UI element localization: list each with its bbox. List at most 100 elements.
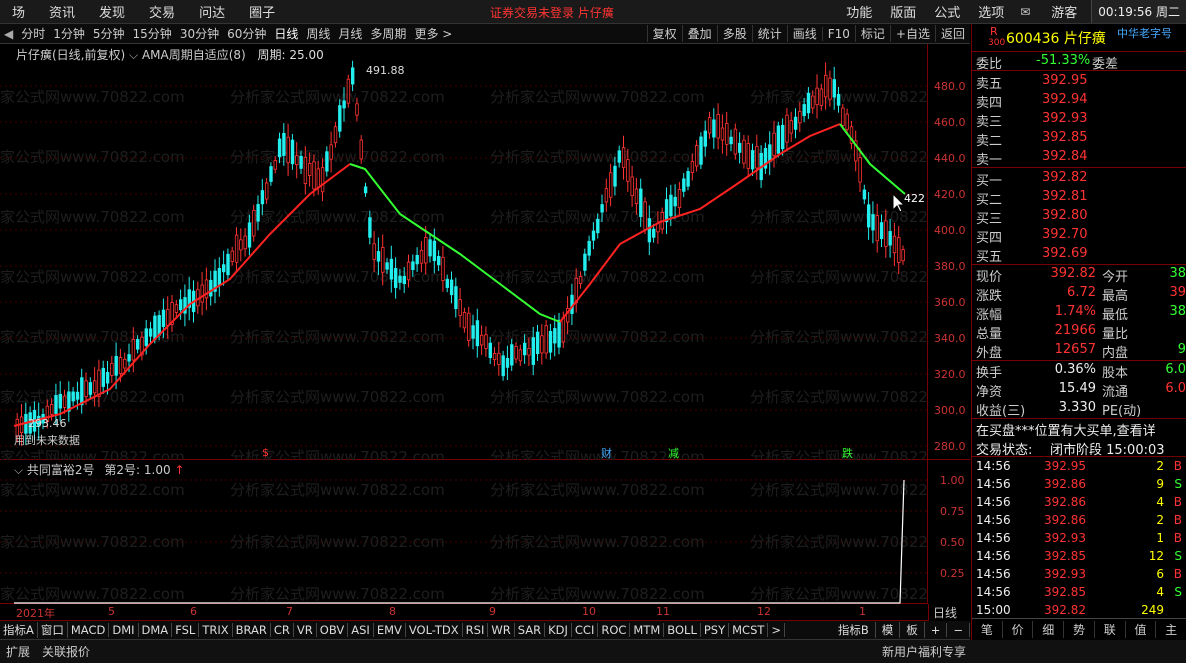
asks-row[interactable]: 卖三 392.93 (972, 110, 1186, 130)
asks-row[interactable]: 卖一 392.84 (972, 148, 1186, 168)
indicator-tab-right-0[interactable]: 指标B (832, 622, 876, 638)
indicator-tab-7[interactable]: BRAR (233, 623, 271, 637)
menu-item-layout[interactable]: 版面 (881, 2, 925, 21)
tool-adjust[interactable]: 复权 (646, 25, 682, 42)
asks-row[interactable]: 卖二 392.85 (972, 129, 1186, 149)
indicator-tab-8[interactable]: CR (271, 623, 294, 637)
candlestick-chart[interactable]: 分析家公式网www.70822.com 分析家公式网www.70822.com 分析… (0, 44, 970, 460)
tool-stats[interactable]: 统计 (751, 25, 787, 42)
tool-overlay[interactable]: 叠加 (681, 25, 717, 42)
indicator-tab-right-4[interactable]: − (947, 623, 970, 637)
period-tab-3[interactable]: 15分钟 (129, 25, 176, 42)
related-quote-button[interactable]: 关联报价 (36, 643, 96, 660)
indicator-tab-0[interactable]: 指标A (0, 622, 38, 638)
period-tab-month[interactable]: 月线 (334, 25, 366, 42)
indicator-tab-21[interactable]: BOLL (664, 623, 701, 637)
bids-row[interactable]: 买五 392.69 (972, 245, 1186, 265)
panel-tab-6[interactable]: 主 (1156, 621, 1186, 638)
menu-item-0[interactable]: 场 (0, 2, 37, 21)
tool-f10[interactable]: F10 (821, 26, 855, 41)
indicator-dropdown-icon[interactable]: ⌵ (129, 48, 142, 62)
indicator-tab-right-2[interactable]: 板 (900, 622, 925, 638)
panel-tab-1[interactable]: 价 (1003, 621, 1034, 638)
indicator-tab-16[interactable]: SAR (515, 623, 546, 637)
login-status[interactable]: 证券交易未登录 片仔癀 (490, 4, 614, 21)
menu-item-discover[interactable]: 发现 (87, 2, 137, 21)
indicator-tab-9[interactable]: VR (294, 623, 317, 637)
user-label[interactable]: 游客 (1037, 2, 1091, 21)
indicator-tab-23[interactable]: MCST (729, 623, 769, 637)
menu-item-ask[interactable]: 问达 (187, 2, 237, 21)
kline-svg[interactable]: 分析家公式网www.70822.com 分析家公式网www.70822.com 分析… (0, 44, 928, 460)
bids-row[interactable]: 买一 392.82 (972, 169, 1186, 189)
period-tab-0[interactable]: 分时 (17, 25, 49, 42)
indicator-tab-24[interactable]: > (768, 623, 786, 637)
indicator-tab-20[interactable]: MTM (630, 623, 665, 637)
indicator-tab-12[interactable]: EMV (374, 623, 406, 637)
tool-multi-stock[interactable]: 多股 (716, 25, 752, 42)
period-tab-5[interactable]: 60分钟 (223, 25, 270, 42)
period-tab-multi[interactable]: 多周期 (366, 25, 410, 42)
indicator-tab-18[interactable]: CCI (572, 623, 599, 637)
sub-indicator-chart[interactable]: 分析家公式网www.70822.com 分析家公式网www.70822.com 分析… (0, 460, 928, 604)
collapse-icon[interactable]: ◀ (0, 27, 17, 41)
panel-tab-2[interactable]: 细 (1033, 621, 1065, 638)
notice-row[interactable]: 在买盘***位置有大买单,查看详 (972, 419, 1186, 438)
tool-back[interactable]: 返回 (934, 25, 970, 42)
tool-draw[interactable]: 画线 (786, 25, 822, 42)
indicator-tab-14[interactable]: RSI (463, 623, 489, 637)
indicator-tab-5[interactable]: FSL (172, 623, 200, 637)
indicator-tab-10[interactable]: OBV (317, 623, 349, 637)
period-tab-1[interactable]: 1分钟 (49, 25, 89, 42)
expand-button[interactable]: 扩展 (0, 643, 36, 660)
panel-tab-4[interactable]: 联 (1095, 621, 1126, 638)
indicator-tab-2[interactable]: MACD (68, 623, 110, 637)
asks-row[interactable]: 卖四 392.94 (972, 91, 1186, 111)
tool-mark[interactable]: 标记 (854, 25, 890, 42)
stock-code[interactable]: 600436 片仔癀 (1006, 28, 1106, 48)
mail-icon[interactable]: ✉ (1013, 5, 1037, 19)
marker-dividend[interactable]: $ (262, 446, 269, 459)
bids-row[interactable]: 买二 392.81 (972, 188, 1186, 208)
indicator-tab-6[interactable]: TRIX (199, 623, 233, 637)
indicator-tab-right-3[interactable]: + (925, 623, 948, 637)
indicator-tab-15[interactable]: WR (488, 623, 515, 637)
menu-item-options[interactable]: 选项 (969, 2, 1013, 21)
period-tab-week[interactable]: 周线 (302, 25, 334, 42)
menu-item-function[interactable]: 功能 (837, 2, 881, 21)
bids-row[interactable]: 买四 392.70 (972, 226, 1186, 246)
period-tab-2[interactable]: 5分钟 (89, 25, 129, 42)
tick-list[interactable]: 14:56 392.95 2 B 14:56 392.86 9 S 14:56 392.86 4 B 1… (972, 457, 1186, 621)
indicator-tab-4[interactable]: DMA (139, 623, 173, 637)
menu-item-news[interactable]: 资讯 (37, 2, 87, 21)
indicator-tab-19[interactable]: ROC (598, 623, 631, 637)
indicator-tab-3[interactable]: DMI (109, 623, 139, 637)
indicator-name[interactable]: AMA周期自适应(8) (142, 48, 246, 62)
period-tab-day[interactable]: 日线 (270, 25, 302, 42)
bids-row[interactable]: 买三 392.80 (972, 207, 1186, 227)
panel-tab-5[interactable]: 值 (1126, 621, 1157, 638)
indicator-tab-right-1[interactable]: 模 (876, 622, 901, 638)
tool-add-watch[interactable]: +自选 (889, 25, 935, 42)
marker-fall[interactable]: 跌 (842, 445, 853, 461)
marker-finance[interactable]: 财 (601, 445, 612, 461)
marker-reduce[interactable]: 减 (668, 445, 679, 461)
indicator-tab-22[interactable]: PSY (701, 623, 730, 637)
menu-item-formula[interactable]: 公式 (925, 2, 969, 21)
new-user-promo[interactable]: 新用户福利专享 (876, 643, 1186, 660)
indicator-tab-11[interactable]: ASI (348, 623, 374, 637)
panel-tab-3[interactable]: 势 (1064, 621, 1095, 638)
period-tab-4[interactable]: 30分钟 (176, 25, 223, 42)
sub-indicator-svg[interactable]: 分析家公式网www.70822.com 分析家公式网www.70822.com 分析… (0, 460, 928, 604)
indicator-tab-1[interactable]: 窗口 (38, 622, 68, 638)
panel-tab-0[interactable]: 笔 (972, 621, 1003, 638)
sub-indicator-name[interactable]: 共同富裕2号 (27, 463, 95, 477)
sub-dropdown-icon[interactable]: ⌵ (14, 463, 27, 477)
asks-row[interactable]: 卖五 392.95 (972, 72, 1186, 92)
indicator-tab-13[interactable]: VOL-TDX (406, 623, 463, 637)
period-tab-more[interactable]: 更多 > (410, 25, 456, 42)
period-indicator[interactable]: 日线 (928, 604, 970, 621)
indicator-tab-17[interactable]: KDJ (545, 623, 572, 637)
menu-item-circle[interactable]: 圈子 (237, 2, 287, 21)
menu-item-trade[interactable]: 交易 (137, 2, 187, 21)
